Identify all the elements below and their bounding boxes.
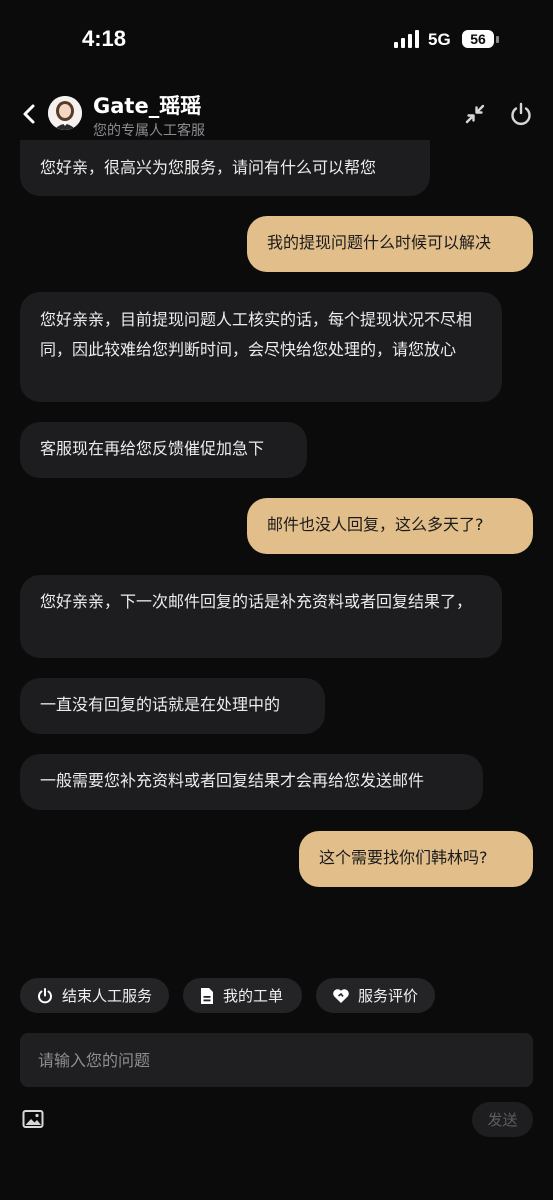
rate-service-label: 服务评价 <box>358 987 419 1005</box>
message-agent: 客服现在再给您反馈催促加急下 <box>20 422 307 478</box>
message-user: 这个需要找你们韩林吗? <box>299 831 533 887</box>
message-user: 我的提现问题什么时候可以解决 <box>247 216 533 272</box>
status-bar: 4:18 5G 56 <box>0 0 553 80</box>
battery-icon: 56 <box>462 30 500 50</box>
message-agent: 您好亲亲，下一次邮件回复的话是补充资料或者回复结果了， <box>20 575 502 658</box>
my-tickets-label: 我的工单 <box>223 987 284 1005</box>
minimize-icon[interactable] <box>461 100 489 128</box>
message-agent: 一般需要您补充资料或者回复结果才会再给您发送邮件 <box>20 754 483 810</box>
power-icon <box>38 987 52 1003</box>
message-agent: 您好亲亲，目前提现问题人工核实的话，每个提现状况不尽相同，因此较难给您判断时间，… <box>20 292 502 402</box>
heart-icon <box>333 988 349 1003</box>
power-icon[interactable] <box>507 100 535 128</box>
battery-level: 56 <box>462 30 494 48</box>
end-service-button[interactable]: 结束人工服务 <box>20 978 169 1013</box>
send-button[interactable]: 发送 <box>472 1102 533 1137</box>
signal-icon <box>394 30 419 48</box>
my-tickets-button[interactable]: 我的工单 <box>183 978 302 1013</box>
back-icon[interactable] <box>16 100 42 128</box>
message-input[interactable] <box>20 1033 533 1087</box>
agent-subtitle: 您的专属人工客服 <box>93 123 205 139</box>
network-type: 5G <box>428 30 451 49</box>
agent-name: Gate_瑶瑶 <box>93 94 202 118</box>
end-service-label: 结束人工服务 <box>62 987 153 1005</box>
message-user: 邮件也没人回复，这么多天了? <box>247 498 533 554</box>
image-icon[interactable] <box>22 1108 44 1130</box>
document-icon <box>201 987 213 1004</box>
status-time: 4:18 <box>82 26 127 51</box>
avatar <box>48 96 82 130</box>
message-agent: 一直没有回复的话就是在处理中的 <box>20 678 325 734</box>
message-agent: 您好亲，很高兴为您服务，请问有什么可以帮您 <box>20 140 430 196</box>
rate-service-button[interactable]: 服务评价 <box>316 978 435 1013</box>
